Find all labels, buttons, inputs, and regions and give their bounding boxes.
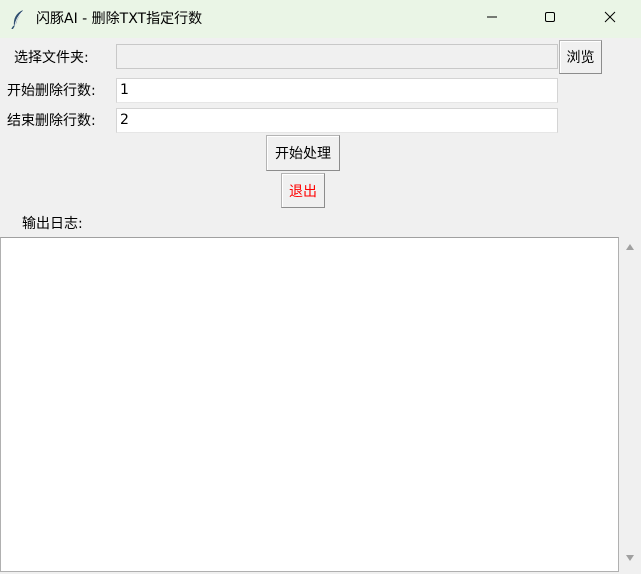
start-process-button[interactable]: 开始处理	[266, 135, 340, 171]
title-bar[interactable]: 闪豚AI - 删除TXT指定行数	[0, 0, 641, 38]
window-title: 闪豚AI - 删除TXT指定行数	[36, 11, 203, 27]
log-label: 输出日志:	[22, 216, 83, 232]
minimize-button[interactable]	[463, 0, 521, 38]
main-window-content: 选择文件夹: 浏览 开始删除行数: 1 结束删除行数: 2 开始处理 退出 输出…	[0, 38, 641, 574]
log-textarea[interactable]	[0, 237, 619, 572]
close-button[interactable]	[581, 0, 639, 38]
scroll-down-arrow-icon[interactable]	[624, 552, 636, 564]
end-line-input[interactable]: 2	[116, 108, 558, 133]
feather-icon	[11, 9, 25, 30]
minimize-icon	[486, 11, 498, 27]
exit-button[interactable]: 退出	[281, 173, 325, 208]
end-line-label: 结束删除行数:	[7, 113, 96, 129]
browse-button[interactable]: 浏览	[559, 40, 602, 74]
log-scrollbar[interactable]	[619, 237, 641, 572]
scroll-up-arrow-icon[interactable]	[624, 241, 636, 253]
start-line-label: 开始删除行数:	[7, 83, 96, 99]
maximize-icon	[544, 11, 556, 27]
folder-path-input[interactable]	[116, 44, 558, 69]
close-icon	[604, 11, 616, 27]
start-line-input[interactable]: 1	[116, 78, 558, 103]
maximize-button[interactable]	[521, 0, 579, 38]
folder-label: 选择文件夹:	[14, 50, 89, 66]
